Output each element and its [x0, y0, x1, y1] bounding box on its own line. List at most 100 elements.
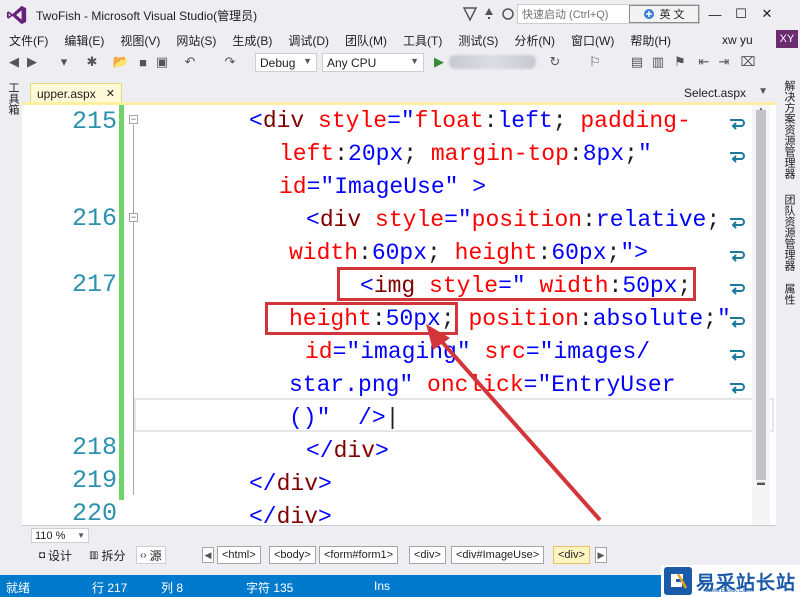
- navigate-forward-icon[interactable]: ▶: [24, 54, 40, 70]
- breadcrumb-item-current[interactable]: <div>: [553, 546, 590, 564]
- menu-build[interactable]: 生成(B): [232, 32, 272, 49]
- split-view-button[interactable]: ▥ 拆分: [86, 546, 128, 564]
- editor-footer: 110 % ▼: [22, 525, 776, 543]
- team-explorer-tab[interactable]: 团队资源管理器: [781, 194, 797, 271]
- bookmark-clear-icon[interactable]: ⌧: [740, 54, 756, 70]
- bookmark-next-icon[interactable]: ⇥: [716, 54, 732, 70]
- dropdown-arrow-icon[interactable]: ▾: [56, 54, 72, 70]
- user-name[interactable]: xw yu: [722, 33, 753, 47]
- toolbox-tab[interactable]: 工具箱: [5, 82, 21, 115]
- redo-icon[interactable]: ↷: [222, 54, 238, 70]
- watermark-subtext: Www.Easck.Com: [705, 588, 752, 594]
- menu-debug[interactable]: 调试(D): [288, 32, 329, 49]
- avatar[interactable]: XY: [776, 30, 798, 48]
- annotation-arrow: [426, 324, 602, 522]
- navigate-back-icon[interactable]: ◀: [6, 54, 22, 70]
- save-icon[interactable]: ■: [135, 54, 151, 70]
- design-view-button[interactable]: ◘ 设计: [36, 546, 75, 564]
- breadcrumb-prev-icon[interactable]: ◀: [202, 547, 214, 563]
- status-column: 列 8: [161, 581, 184, 595]
- source-label: 源: [149, 548, 162, 563]
- platform-value: Any CPU: [327, 55, 377, 70]
- ime-indicator[interactable]: 英 文: [629, 5, 699, 23]
- breadcrumb-item[interactable]: <body>: [269, 546, 316, 564]
- menu-test[interactable]: 测试(S): [458, 32, 498, 49]
- breadcrumb-item[interactable]: <html>: [217, 546, 261, 564]
- tab-list-dropdown-icon[interactable]: ▼: [758, 86, 768, 97]
- feedback-icon[interactable]: [501, 7, 515, 21]
- breadcrumb-item[interactable]: <div>: [409, 546, 446, 564]
- design-icon: ◘: [39, 549, 46, 561]
- view-bar: ◘ 设计 ▥ 拆分 ‹› 源 ◀ <html> <body> <form#for…: [22, 543, 776, 567]
- left-tool-strip: 工具箱: [0, 76, 22, 576]
- minimize-icon: —: [708, 6, 722, 22]
- zoom-select[interactable]: 110 % ▼: [31, 528, 89, 543]
- breadcrumb-next-icon[interactable]: ▶: [595, 547, 607, 563]
- maximize-button[interactable]: ☐: [728, 3, 754, 25]
- find-icon[interactable]: ⚐: [587, 54, 603, 70]
- breadcrumb-item[interactable]: <form#form1>: [319, 546, 399, 564]
- menu-bar: 文件(F) 编辑(E) 视图(V) 网站(S) 生成(B) 调试(D) 团队(M…: [0, 30, 800, 50]
- notification-icons: [483, 7, 515, 21]
- breadcrumb-item[interactable]: <div#ImageUse>: [451, 546, 545, 564]
- notification-icon[interactable]: [483, 7, 495, 21]
- design-label: 设计: [48, 548, 73, 563]
- tab-select-aspx[interactable]: Select.aspx: [684, 86, 746, 100]
- chevron-down-icon: ▼: [303, 56, 312, 66]
- configuration-select[interactable]: Debug ▼: [255, 53, 317, 72]
- quick-launch-placeholder: 快速启动 (Ctrl+Q): [522, 9, 609, 21]
- document-tab-well: upper.aspx ✕ Select.aspx ▼: [22, 83, 776, 103]
- chevron-down-icon: ▼: [410, 56, 419, 66]
- platform-select[interactable]: Any CPU ▼: [322, 53, 424, 72]
- menu-help[interactable]: 帮助(H): [630, 32, 671, 49]
- start-debugging-icon[interactable]: ▶: [431, 54, 447, 70]
- blurred-browser-target: [449, 55, 536, 69]
- solution-explorer-tab[interactable]: 解决方案资源管理器: [781, 80, 797, 179]
- tab-upper-aspx[interactable]: upper.aspx ✕: [30, 83, 122, 103]
- refresh-icon[interactable]: ↻: [547, 54, 563, 70]
- split-handle-icon[interactable]: ▬: [754, 478, 768, 488]
- source-view-button[interactable]: ‹› 源: [136, 546, 166, 564]
- status-insert-mode: Ins: [374, 579, 391, 593]
- status-char: 字符 135: [246, 581, 294, 595]
- menu-tools[interactable]: 工具(T): [403, 32, 442, 49]
- menu-window[interactable]: 窗口(W): [571, 32, 614, 49]
- close-icon: ✕: [761, 6, 773, 21]
- menu-file[interactable]: 文件(F): [9, 32, 48, 49]
- maximize-icon: ☐: [735, 6, 747, 21]
- undo-icon[interactable]: ↶: [182, 54, 198, 70]
- status-row: 行 217: [92, 581, 128, 595]
- close-window-button[interactable]: ✕: [754, 3, 780, 25]
- comment-icon[interactable]: ▤: [629, 54, 645, 70]
- visual-studio-logo-icon: [6, 5, 27, 25]
- source-icon: ‹›: [140, 549, 147, 561]
- properties-tab[interactable]: 属性: [781, 283, 797, 305]
- menu-website[interactable]: 网站(S): [176, 32, 216, 49]
- chevron-down-icon: ▼: [77, 531, 85, 540]
- bookmark-prev-icon[interactable]: ⇤: [696, 54, 712, 70]
- code-editor[interactable]: 215 216 217 218 219 220 − − <div style="…: [22, 105, 776, 525]
- watermark-logo-icon: [664, 567, 692, 595]
- save-all-icon[interactable]: ▣: [154, 54, 170, 70]
- zoom-value: 110 %: [35, 529, 66, 542]
- bookmark-icon[interactable]: ⚑: [672, 54, 688, 70]
- ime-icon: [644, 9, 655, 19]
- split-icon: ▥: [89, 549, 99, 561]
- menu-view[interactable]: 视图(V): [120, 32, 160, 49]
- menu-edit[interactable]: 编辑(E): [64, 32, 104, 49]
- uncomment-icon[interactable]: ▥: [650, 54, 666, 70]
- window-title: TwoFish - Microsoft Visual Studio(管理员): [36, 8, 258, 23]
- menu-analyze[interactable]: 分析(N): [514, 32, 555, 49]
- tab-label: upper.aspx: [37, 86, 96, 101]
- ime-label: 英 文: [659, 9, 685, 21]
- menu-team[interactable]: 团队(M): [345, 32, 387, 49]
- status-ready: 就绪: [6, 581, 31, 595]
- new-project-icon[interactable]: ✱: [84, 54, 100, 70]
- minimize-button[interactable]: —: [702, 3, 728, 25]
- open-file-icon[interactable]: 📂: [113, 54, 129, 70]
- close-tab-icon[interactable]: ✕: [106, 87, 115, 100]
- split-label: 拆分: [101, 548, 126, 563]
- feedback-flag-icon[interactable]: [463, 6, 477, 22]
- configuration-value: Debug: [260, 55, 296, 70]
- scrollbar-thumb[interactable]: [756, 110, 766, 480]
